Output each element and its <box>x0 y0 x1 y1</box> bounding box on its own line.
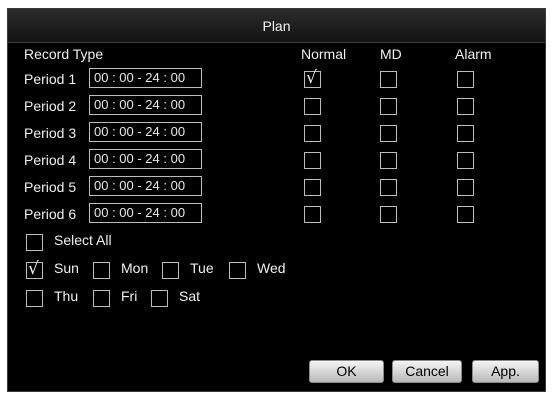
plan-dialog: Plan Record Type Normal MD Alarm Period … <box>7 8 546 392</box>
period-4-label: Period 4 <box>24 152 77 168</box>
period-6-label: Period 6 <box>24 206 77 222</box>
period-6-normal-checkbox[interactable] <box>304 206 321 223</box>
ok-button[interactable]: OK <box>309 360 384 383</box>
period-2-alarm-checkbox[interactable] <box>457 98 474 115</box>
record-type-label: Record Type <box>24 46 104 62</box>
period-2-label: Period 2 <box>24 98 77 114</box>
period-2-normal-checkbox[interactable] <box>304 98 321 115</box>
alarm-column-header: Alarm <box>455 46 492 62</box>
period-1-normal-checkbox[interactable]: √ <box>304 68 321 88</box>
period-1-alarm-checkbox[interactable] <box>457 71 474 88</box>
dialog-title: Plan <box>262 18 291 34</box>
day-sat-checkbox[interactable] <box>151 290 168 307</box>
md-column-header: MD <box>380 46 402 62</box>
period-3-normal-checkbox[interactable] <box>304 125 321 142</box>
day-fri-label: Fri <box>121 288 138 304</box>
period-4-time-input[interactable]: 00 : 00 - 24 : 00 <box>89 149 202 169</box>
period-3-label: Period 3 <box>24 125 77 141</box>
period-1-md-checkbox[interactable] <box>380 71 397 88</box>
day-sun-label: Sun <box>54 260 79 276</box>
day-mon-label: Mon <box>121 260 149 276</box>
select-all-checkbox[interactable] <box>26 234 43 251</box>
day-thu-checkbox[interactable] <box>26 290 43 307</box>
select-all-label: Select All <box>54 232 112 248</box>
period-4-md-checkbox[interactable] <box>380 152 397 169</box>
period-3-alarm-checkbox[interactable] <box>457 125 474 142</box>
period-5-md-checkbox[interactable] <box>380 179 397 196</box>
period-3-time-input[interactable]: 00 : 00 - 24 : 00 <box>89 122 202 142</box>
day-wed-checkbox[interactable] <box>229 262 246 279</box>
normal-column-header: Normal <box>301 46 347 62</box>
day-sun-checkbox[interactable]: √ <box>26 259 43 279</box>
day-tue-checkbox[interactable] <box>162 262 179 279</box>
period-5-label: Period 5 <box>24 179 77 195</box>
day-wed-label: Wed <box>257 260 286 276</box>
period-1-time-input[interactable]: 00 : 00 - 24 : 00 <box>89 68 202 88</box>
apply-button[interactable]: App. <box>472 360 539 383</box>
period-4-alarm-checkbox[interactable] <box>457 152 474 169</box>
day-thu-label: Thu <box>54 288 79 304</box>
period-1-label: Period 1 <box>24 71 77 87</box>
period-2-time-input[interactable]: 00 : 00 - 24 : 00 <box>89 95 202 115</box>
period-5-time-input[interactable]: 00 : 00 - 24 : 00 <box>89 176 202 196</box>
title-bar: Plan <box>8 9 545 43</box>
period-6-time-input[interactable]: 00 : 00 - 24 : 00 <box>89 203 202 223</box>
day-mon-checkbox[interactable] <box>93 262 110 279</box>
period-5-alarm-checkbox[interactable] <box>457 179 474 196</box>
period-4-normal-checkbox[interactable] <box>304 152 321 169</box>
day-tue-label: Tue <box>190 260 214 276</box>
period-3-md-checkbox[interactable] <box>380 125 397 142</box>
period-2-md-checkbox[interactable] <box>380 98 397 115</box>
cancel-button[interactable]: Cancel <box>392 360 462 383</box>
check-icon: √ <box>28 259 39 279</box>
day-fri-checkbox[interactable] <box>93 290 110 307</box>
period-6-md-checkbox[interactable] <box>380 206 397 223</box>
check-icon: √ <box>306 68 317 88</box>
period-5-normal-checkbox[interactable] <box>304 179 321 196</box>
period-6-alarm-checkbox[interactable] <box>457 206 474 223</box>
day-sat-label: Sat <box>179 288 201 304</box>
